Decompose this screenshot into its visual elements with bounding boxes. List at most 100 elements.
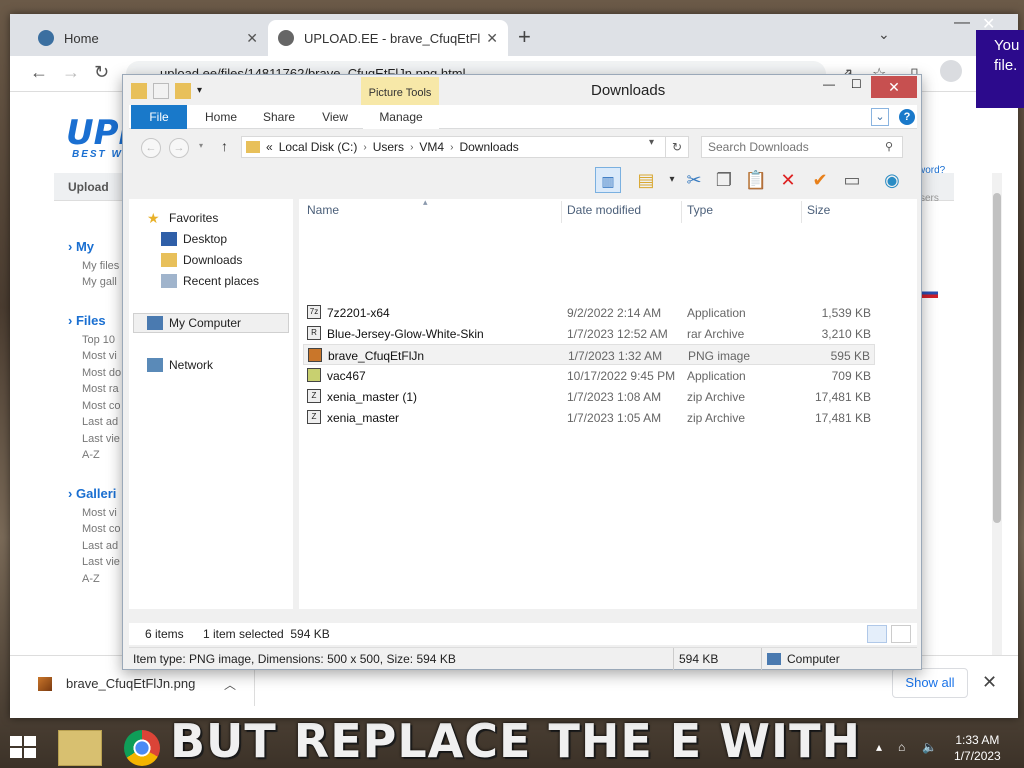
breadcrumb-item[interactable]: Downloads [459,140,518,154]
explorer-titlebar[interactable]: ▾ Picture Tools Downloads — ☐ ✕ [123,75,921,105]
tab-share[interactable]: Share [251,105,307,129]
recent-locations-icon[interactable]: ▾ [199,141,203,150]
details-view-icon[interactable] [867,625,887,643]
breadcrumb-item[interactable]: Users [373,140,404,154]
chevron-up-icon[interactable]: ︿ [224,676,236,693]
tab-home[interactable]: Home [193,105,249,129]
profile-avatar[interactable] [940,60,962,82]
chevron-down-icon[interactable]: ⌄ [878,26,890,43]
tab-view[interactable]: View [307,105,363,129]
windows-start-icon[interactable] [10,736,38,760]
users-link[interactable]: sers [920,193,939,204]
column-size[interactable]: Size [807,203,830,217]
link-item[interactable]: Most vi [82,507,117,519]
checkmark-icon[interactable]: ✔ [807,167,833,193]
show-all-button[interactable]: Show all [892,668,968,698]
copy-icon[interactable]: ❐ [711,167,737,193]
delete-icon[interactable]: ✕ [775,167,801,193]
properties-icon[interactable] [153,83,169,99]
nav-favorites[interactable]: ★ Favorites [147,211,218,225]
chevron-down-icon[interactable]: ⌄ [871,108,889,126]
new-tab-button[interactable]: + [518,24,531,50]
russian-flag-icon[interactable] [922,288,938,298]
column-name[interactable]: Name [307,203,339,217]
close-icon[interactable]: ✕ [246,30,258,47]
link-item[interactable]: Most do [82,367,121,379]
folder-icon[interactable] [131,83,147,99]
column-divider[interactable] [681,201,682,223]
link-item[interactable]: Top 10 [82,334,115,346]
notification-banner[interactable]: You file. [976,30,1024,108]
column-divider[interactable] [801,201,802,223]
link-item[interactable]: Last vie [82,556,120,568]
paste-icon[interactable]: 📋 [743,167,769,193]
column-divider[interactable] [561,201,562,223]
scrollbar-thumb[interactable] [993,193,1001,523]
search-input[interactable] [701,136,903,158]
column-type[interactable]: Type [687,203,713,217]
file-row[interactable]: Z xenia_master 1/7/2023 1:05 AM zip Arch… [303,407,875,428]
breadcrumb[interactable]: « Local Disk (C:) › Users › VM4 › Downlo… [241,136,689,158]
section-galleries[interactable]: › Galleri [68,486,116,501]
link-item[interactable]: Most ra [82,383,119,395]
back-icon[interactable]: ← [141,138,161,158]
help-icon[interactable]: ? [899,109,915,125]
forgot-password-link[interactable]: word? [918,165,945,176]
download-item[interactable]: brave_CfuqEtFlJn.png [38,676,195,691]
breadcrumb-overflow[interactable]: « [266,140,273,154]
section-files[interactable]: › Files [68,313,106,328]
nav-recent-places[interactable]: Recent places [161,274,259,288]
volume-icon[interactable]: 🔈 [922,740,937,754]
new-folder-icon[interactable] [175,83,191,99]
file-row[interactable]: brave_CfuqEtFlJn 1/7/2023 1:32 AM PNG im… [303,344,875,365]
chevron-right-icon[interactable]: › [410,142,413,153]
chevron-down-icon[interactable]: ▾ [197,83,207,99]
nav-desktop[interactable]: Desktop [161,232,227,246]
close-icon[interactable]: ✕ [982,672,997,693]
reload-icon[interactable]: ↻ [94,62,109,83]
chevron-right-icon[interactable]: › [363,142,366,153]
link-item[interactable]: My gall [82,276,117,288]
file-row[interactable]: Z xenia_master (1) 1/7/2023 1:08 AM zip … [303,386,875,407]
chrome-taskbar-icon[interactable] [124,730,160,766]
large-icons-view-icon[interactable] [891,625,911,643]
minimize-icon[interactable]: — [823,77,835,91]
link-item[interactable]: Last ad [82,540,118,552]
refresh-icon[interactable]: ↻ [665,136,689,158]
file-row[interactable]: vac467 10/17/2022 9:45 PM Application 70… [303,365,875,386]
tab-home[interactable]: Home ✕ [28,20,268,56]
network-tray-icon[interactable]: ⌂ [898,740,905,754]
link-item[interactable]: Most co [82,523,121,535]
link-item[interactable]: A-Z [82,573,100,585]
chevron-right-icon[interactable]: › [450,142,453,153]
tab-upload[interactable]: UPLOAD.EE - brave_CfuqEtFlJn.p ✕ [268,20,508,56]
nav-network[interactable]: Network [147,358,213,372]
file-explorer-taskbar-icon[interactable] [58,730,102,766]
nav-my-computer[interactable]: My Computer [147,316,241,330]
upload-tab[interactable]: Upload [68,180,109,194]
search-icon[interactable]: ⚲ [885,140,893,153]
tab-file[interactable]: File [131,105,187,129]
up-arrow-icon[interactable]: ↑ [221,138,228,154]
tab-manage[interactable]: Manage [363,105,439,129]
link-item[interactable]: Most co [82,400,121,412]
forward-icon[interactable]: → [62,62,80,83]
link-item[interactable]: Most vi [82,350,117,362]
maximize-icon[interactable]: ☐ [851,77,862,91]
breadcrumb-item[interactable]: VM4 [419,140,444,154]
cut-icon[interactable]: ✂ [681,167,707,193]
close-icon[interactable]: ✕ [486,30,498,47]
link-item[interactable]: Last vie [82,433,120,445]
file-row[interactable]: 7z 7z2201-x64 9/2/2022 2:14 AM Applicati… [303,302,875,323]
chevron-down-icon[interactable]: ▾ [649,137,654,148]
section-my[interactable]: › My [68,239,94,254]
link-item[interactable]: A-Z [82,449,100,461]
column-date[interactable]: Date modified [567,203,641,217]
file-row[interactable]: R Blue-Jersey-Glow-White-Skin 1/7/2023 1… [303,323,875,344]
back-icon[interactable]: ← [30,62,48,83]
close-button[interactable]: ✕ [871,76,917,98]
globe-icon[interactable]: ◉ [879,167,905,193]
link-item[interactable]: Last ad [82,416,118,428]
minimize-icon[interactable]: — [954,14,970,32]
preview-pane-icon[interactable]: ▥ [595,167,621,193]
